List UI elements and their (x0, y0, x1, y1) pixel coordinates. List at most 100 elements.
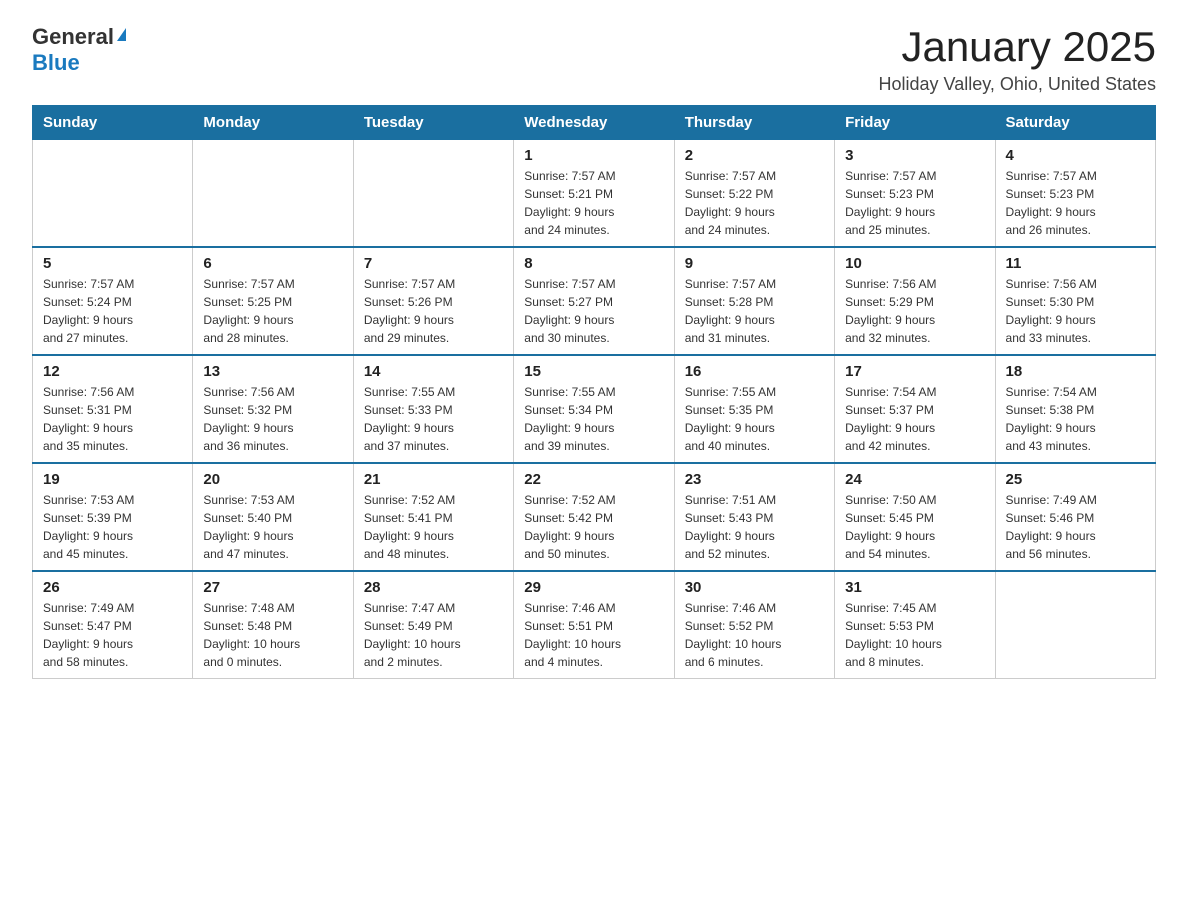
day-number: 3 (845, 147, 984, 164)
day-info: Sunrise: 7:50 AM Sunset: 5:45 PM Dayligh… (845, 491, 984, 563)
calendar-cell: 5Sunrise: 7:57 AM Sunset: 5:24 PM Daylig… (33, 247, 193, 355)
day-number: 27 (203, 579, 342, 596)
day-info: Sunrise: 7:57 AM Sunset: 5:22 PM Dayligh… (685, 167, 824, 239)
day-number: 19 (43, 471, 182, 488)
day-number: 17 (845, 363, 984, 380)
calendar-cell (353, 140, 513, 248)
calendar-cell: 25Sunrise: 7:49 AM Sunset: 5:46 PM Dayli… (995, 463, 1155, 571)
calendar-cell: 21Sunrise: 7:52 AM Sunset: 5:41 PM Dayli… (353, 463, 513, 571)
day-info: Sunrise: 7:48 AM Sunset: 5:48 PM Dayligh… (203, 599, 342, 671)
calendar-cell: 7 Sunrise: 7:57 AM Sunset: 5:26 PM Daylig… (353, 247, 513, 355)
day-info: Sunrise: 7:46 AM Sunset: 5:51 PM Dayligh… (524, 599, 663, 671)
day-number: 28 (364, 579, 503, 596)
calendar-cell: 12Sunrise: 7:56 AM Sunset: 5:31 PM Dayli… (33, 355, 193, 463)
day-info: Sunrise: 7:51 AM Sunset: 5:43 PM Dayligh… (685, 491, 824, 563)
day-number: 29 (524, 579, 663, 596)
calendar-cell: 10Sunrise: 7:56 AM Sunset: 5:29 PM Dayli… (835, 247, 995, 355)
calendar-cell: 17Sunrise: 7:54 AM Sunset: 5:37 PM Dayli… (835, 355, 995, 463)
day-info: Sunrise: 7:46 AM Sunset: 5:52 PM Dayligh… (685, 599, 824, 671)
day-info: Sunrise: 7:57 AM Sunset: 5:23 PM Dayligh… (845, 167, 984, 239)
day-number: 26 (43, 579, 182, 596)
calendar-cell: 19 Sunrise: 7:53 AM Sunset: 5:39 PM Dayli… (33, 463, 193, 571)
day-number: 22 (524, 471, 663, 488)
day-number: 1 (524, 147, 663, 164)
calendar-week-row: 5Sunrise: 7:57 AM Sunset: 5:24 PM Daylig… (33, 247, 1156, 355)
day-info: Sunrise: 7:53 AM Sunset: 5:40 PM Dayligh… (203, 491, 342, 563)
logo-blue: Blue (32, 50, 80, 76)
calendar-cell: 9 Sunrise: 7:57 AM Sunset: 5:28 PM Daylig… (674, 247, 834, 355)
calendar-cell: 15 Sunrise: 7:55 AM Sunset: 5:34 PM Dayli… (514, 355, 674, 463)
logo: General Blue (32, 24, 126, 76)
weekday-header-tuesday: Tuesday (353, 106, 513, 140)
day-number: 21 (364, 471, 503, 488)
day-number: 23 (685, 471, 824, 488)
weekday-header-monday: Monday (193, 106, 353, 140)
logo-general: General (32, 24, 114, 50)
day-number: 12 (43, 363, 182, 380)
day-number: 24 (845, 471, 984, 488)
day-number: 31 (845, 579, 984, 596)
calendar-cell: 31 Sunrise: 7:45 AM Sunset: 5:53 PM Dayli… (835, 571, 995, 679)
weekday-header-friday: Friday (835, 106, 995, 140)
day-info: Sunrise: 7:57 AM Sunset: 5:28 PM Dayligh… (685, 275, 824, 347)
location-title: Holiday Valley, Ohio, United States (879, 74, 1156, 95)
calendar-cell (995, 571, 1155, 679)
calendar-week-row: 12Sunrise: 7:56 AM Sunset: 5:31 PM Dayli… (33, 355, 1156, 463)
day-number: 7 (364, 255, 503, 272)
day-info: Sunrise: 7:55 AM Sunset: 5:33 PM Dayligh… (364, 383, 503, 455)
calendar-cell: 26Sunrise: 7:49 AM Sunset: 5:47 PM Dayli… (33, 571, 193, 679)
weekday-header-thursday: Thursday (674, 106, 834, 140)
calendar-cell: 24 Sunrise: 7:50 AM Sunset: 5:45 PM Dayli… (835, 463, 995, 571)
day-info: Sunrise: 7:53 AM Sunset: 5:39 PM Dayligh… (43, 491, 182, 563)
day-info: Sunrise: 7:56 AM Sunset: 5:32 PM Dayligh… (203, 383, 342, 455)
calendar-cell: 30 Sunrise: 7:46 AM Sunset: 5:52 PM Dayli… (674, 571, 834, 679)
day-info: Sunrise: 7:57 AM Sunset: 5:21 PM Dayligh… (524, 167, 663, 239)
calendar-week-row: 1 Sunrise: 7:57 AM Sunset: 5:21 PM Daylig… (33, 140, 1156, 248)
day-number: 18 (1006, 363, 1145, 380)
calendar-cell: 28 Sunrise: 7:47 AM Sunset: 5:49 PM Dayli… (353, 571, 513, 679)
page-header: General Blue January 2025 Holiday Valley… (32, 24, 1156, 95)
calendar-cell: 20 Sunrise: 7:53 AM Sunset: 5:40 PM Dayli… (193, 463, 353, 571)
day-info: Sunrise: 7:54 AM Sunset: 5:38 PM Dayligh… (1006, 383, 1145, 455)
day-info: Sunrise: 7:56 AM Sunset: 5:29 PM Dayligh… (845, 275, 984, 347)
calendar-cell: 1 Sunrise: 7:57 AM Sunset: 5:21 PM Daylig… (514, 140, 674, 248)
calendar-cell: 18 Sunrise: 7:54 AM Sunset: 5:38 PM Dayli… (995, 355, 1155, 463)
calendar-cell: 2Sunrise: 7:57 AM Sunset: 5:22 PM Daylig… (674, 140, 834, 248)
day-number: 8 (524, 255, 663, 272)
calendar-cell (33, 140, 193, 248)
day-number: 15 (524, 363, 663, 380)
day-number: 16 (685, 363, 824, 380)
calendar-cell: 14 Sunrise: 7:55 AM Sunset: 5:33 PM Dayli… (353, 355, 513, 463)
calendar-cell: 16 Sunrise: 7:55 AM Sunset: 5:35 PM Dayli… (674, 355, 834, 463)
calendar-table: SundayMondayTuesdayWednesdayThursdayFrid… (32, 105, 1156, 679)
weekday-header-saturday: Saturday (995, 106, 1155, 140)
day-number: 5 (43, 255, 182, 272)
calendar-cell: 29 Sunrise: 7:46 AM Sunset: 5:51 PM Dayli… (514, 571, 674, 679)
calendar-week-row: 26Sunrise: 7:49 AM Sunset: 5:47 PM Dayli… (33, 571, 1156, 679)
day-info: Sunrise: 7:57 AM Sunset: 5:23 PM Dayligh… (1006, 167, 1145, 239)
calendar-cell (193, 140, 353, 248)
day-info: Sunrise: 7:47 AM Sunset: 5:49 PM Dayligh… (364, 599, 503, 671)
day-info: Sunrise: 7:55 AM Sunset: 5:34 PM Dayligh… (524, 383, 663, 455)
day-info: Sunrise: 7:57 AM Sunset: 5:25 PM Dayligh… (203, 275, 342, 347)
day-info: Sunrise: 7:55 AM Sunset: 5:35 PM Dayligh… (685, 383, 824, 455)
calendar-cell: 3 Sunrise: 7:57 AM Sunset: 5:23 PM Daylig… (835, 140, 995, 248)
day-info: Sunrise: 7:57 AM Sunset: 5:27 PM Dayligh… (524, 275, 663, 347)
logo-triangle-icon (117, 28, 126, 41)
weekday-header-sunday: Sunday (33, 106, 193, 140)
calendar-week-row: 19 Sunrise: 7:53 AM Sunset: 5:39 PM Dayli… (33, 463, 1156, 571)
day-info: Sunrise: 7:57 AM Sunset: 5:26 PM Dayligh… (364, 275, 503, 347)
calendar-cell: 11Sunrise: 7:56 AM Sunset: 5:30 PM Dayli… (995, 247, 1155, 355)
day-number: 14 (364, 363, 503, 380)
calendar-cell: 22Sunrise: 7:52 AM Sunset: 5:42 PM Dayli… (514, 463, 674, 571)
day-info: Sunrise: 7:45 AM Sunset: 5:53 PM Dayligh… (845, 599, 984, 671)
day-number: 30 (685, 579, 824, 596)
day-number: 4 (1006, 147, 1145, 164)
calendar-cell: 27 Sunrise: 7:48 AM Sunset: 5:48 PM Dayli… (193, 571, 353, 679)
day-number: 9 (685, 255, 824, 272)
day-number: 20 (203, 471, 342, 488)
calendar-cell: 4 Sunrise: 7:57 AM Sunset: 5:23 PM Daylig… (995, 140, 1155, 248)
day-info: Sunrise: 7:49 AM Sunset: 5:46 PM Dayligh… (1006, 491, 1145, 563)
calendar-cell: 6Sunrise: 7:57 AM Sunset: 5:25 PM Daylig… (193, 247, 353, 355)
calendar-cell: 13Sunrise: 7:56 AM Sunset: 5:32 PM Dayli… (193, 355, 353, 463)
